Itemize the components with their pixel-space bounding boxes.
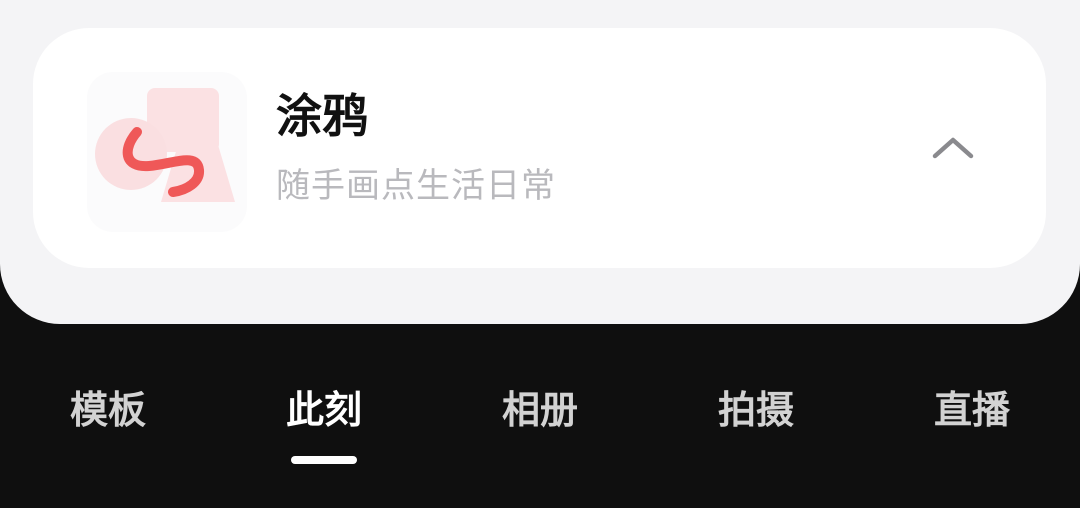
doodle-card[interactable]: 涂鸦 随手画点生活日常 <box>33 28 1046 268</box>
chevron-up-icon <box>932 137 974 159</box>
tab-label: 拍摄 <box>717 388 794 432</box>
active-tab-indicator <box>291 456 357 464</box>
doodle-brush-icon <box>95 88 235 202</box>
collapse-button[interactable] <box>917 116 989 176</box>
tab-label: 此刻 <box>285 388 362 432</box>
mode-tab-bar: 模板 此刻 相册 拍摄 直播 <box>0 378 1080 478</box>
doodle-title: 涂鸦 <box>276 89 368 143</box>
doodle-subtitle: 随手画点生活日常 <box>276 166 556 206</box>
tab-label: 直播 <box>933 388 1010 432</box>
tab-label: 相册 <box>501 388 578 432</box>
tab-label: 模板 <box>69 388 146 432</box>
tab-album[interactable]: 相册 <box>460 378 620 478</box>
bottom-sheet: 涂鸦 随手画点生活日常 <box>0 0 1080 324</box>
doodle-thumbnail <box>87 72 247 232</box>
tab-now[interactable]: 此刻 <box>244 378 404 478</box>
tab-live[interactable]: 直播 <box>892 378 1052 478</box>
tab-shoot[interactable]: 拍摄 <box>676 378 836 478</box>
tab-template[interactable]: 模板 <box>28 378 188 478</box>
